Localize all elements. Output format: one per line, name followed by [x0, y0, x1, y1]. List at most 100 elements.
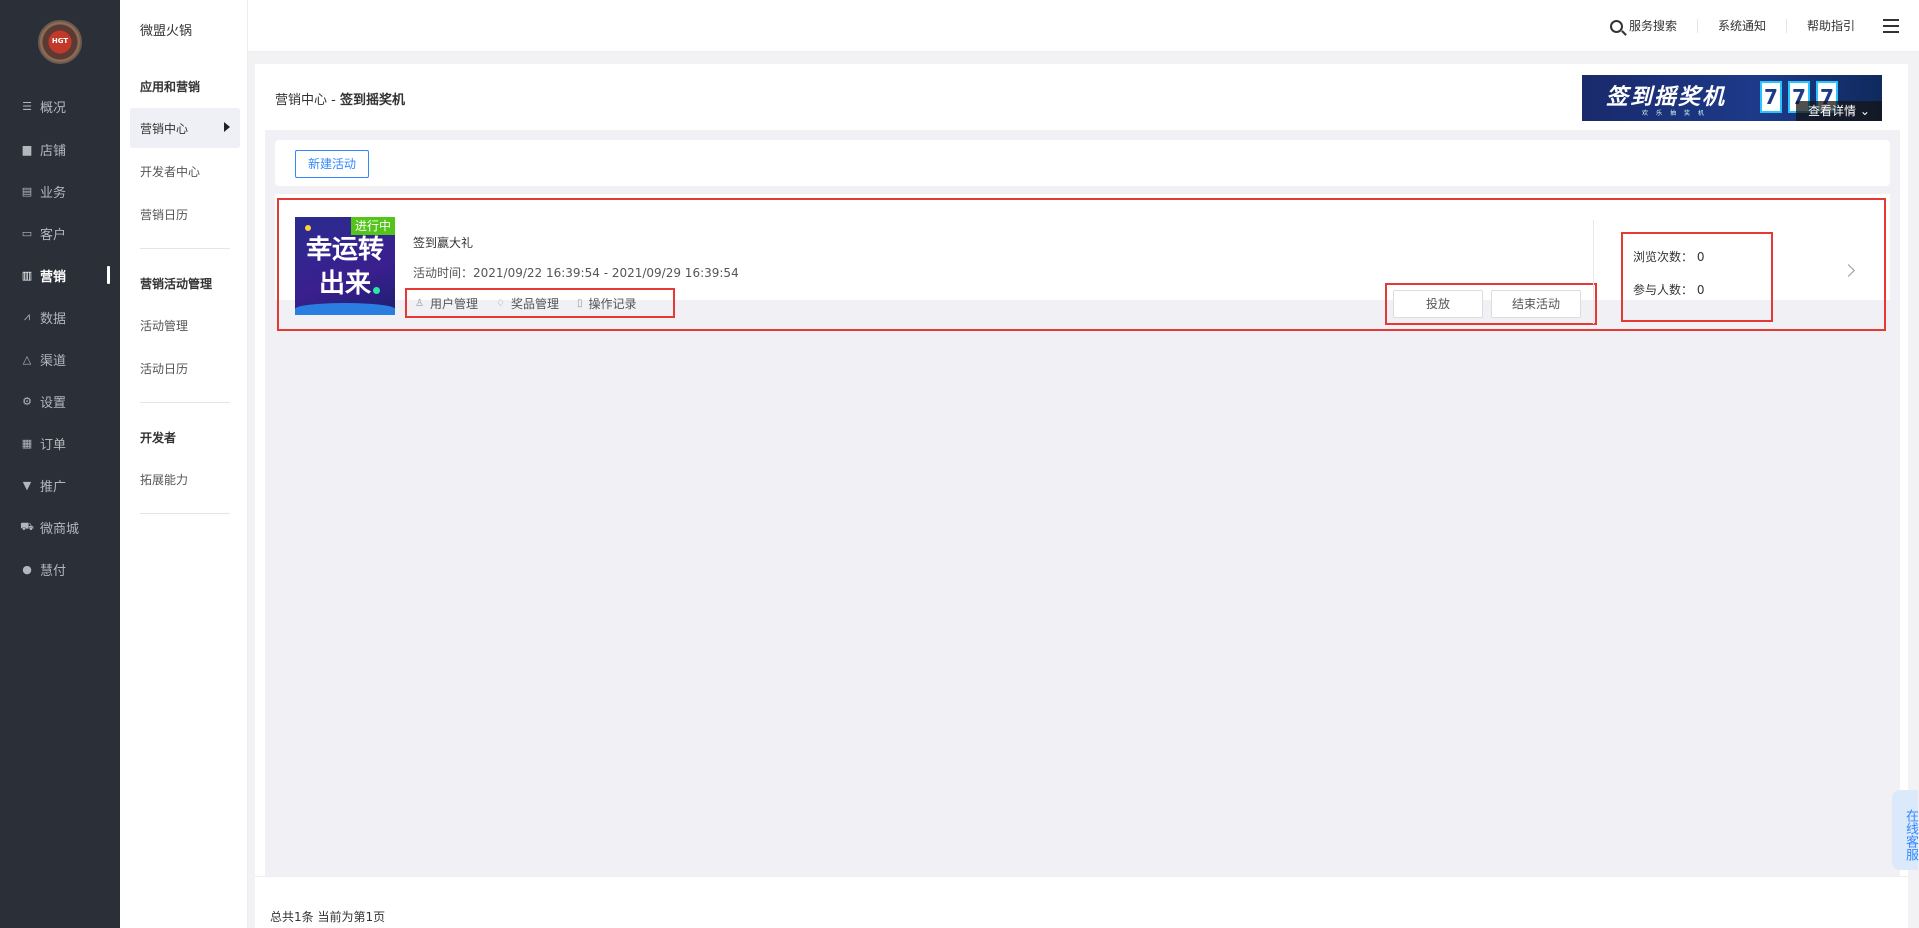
main-nav: HGT ☰ 概况 ▆ 店铺 ▤ 业务 ▭ 客户 ▥ 营销 ⩘ 数据 △ 渠道 ⚙ 设置 ▦ 订单 … — [0, 0, 120, 928]
nav-item-store[interactable]: ▆ 店铺 — [0, 134, 120, 164]
nav-item-promote[interactable]: ▼ 推广 — [0, 470, 120, 500]
main-panel: 营销中心 - 签到摇奖机 签到摇奖机 欢乐抽奖机 7 7 7 查看详情 ⌄ 新建… — [255, 64, 1908, 928]
participants-label: 参与人数： — [1633, 283, 1694, 297]
decor-wave — [295, 303, 395, 315]
menu-item-marketing-center[interactable]: 营销中心 — [130, 108, 240, 148]
menu-divider — [140, 513, 230, 514]
user-management-label: 用户管理 — [429, 296, 478, 311]
views-value: 0 — [1696, 250, 1705, 264]
brand-logo[interactable]: HGT — [38, 20, 82, 64]
new-activity-button[interactable]: 新建活动 — [295, 150, 370, 178]
online-service-tab[interactable]: 在线客服 — [1892, 790, 1918, 870]
hamburger-menu-icon[interactable] — [1883, 19, 1899, 33]
activity-actions: 投放 结束活动 — [1385, 283, 1597, 325]
breadcrumb: 营销中心 - 签到摇奖机 — [275, 89, 405, 108]
document-icon: ▯ — [576, 297, 583, 309]
menu-group-apps: 应用和营销 — [140, 80, 201, 94]
toolbar: 新建活动 — [275, 140, 1890, 186]
pagination-footer: 总共1条 当前为第1页 — [255, 876, 1908, 928]
nav-item-label: 数据 — [40, 311, 67, 327]
banner-slot: 7 — [1760, 81, 1782, 113]
marketing-icon: ▥ — [21, 268, 33, 282]
menu-group-developer: 开发者 — [140, 431, 177, 445]
nav-item-overview[interactable]: ☰ 概况 — [0, 91, 120, 121]
menu-item-label: 营销日历 — [140, 207, 189, 222]
launch-button[interactable]: 投放 — [1393, 290, 1483, 318]
service-search-link[interactable]: 服务搜索 — [1590, 19, 1697, 33]
menu-item-label: 活动日历 — [140, 361, 189, 376]
nav-item-data[interactable]: ⩘ 数据 — [0, 302, 120, 332]
menu-item-marketing-calendar[interactable]: 营销日历 — [130, 194, 240, 234]
menu-item-label: 活动管理 — [140, 318, 189, 333]
shop-name: 微盟火锅 — [140, 24, 193, 39]
card-divider — [1593, 220, 1594, 324]
logo-text: HGT — [51, 37, 69, 45]
banner-title: 签到摇奖机 — [1606, 85, 1727, 110]
menu-divider — [140, 402, 230, 403]
mall-icon: ⛟ — [20, 519, 34, 533]
promo-banner[interactable]: 签到摇奖机 欢乐抽奖机 7 7 7 查看详情 ⌄ — [1582, 75, 1882, 121]
nav-item-channel[interactable]: △ 渠道 — [0, 344, 120, 374]
help-guide-link[interactable]: 帮助指引 — [1785, 19, 1875, 33]
breadcrumb-parent[interactable]: 营销中心 - — [275, 93, 340, 108]
banner-view-details[interactable]: 查看详情 ⌄ — [1796, 101, 1882, 121]
activity-stats-box: 浏览次数： 0 参与人数： 0 — [1621, 232, 1773, 322]
nav-item-label: 客户 — [40, 227, 67, 243]
pagination-summary: 总共1条 当前为第1页 — [270, 910, 386, 924]
views-stat: 浏览次数： 0 — [1633, 248, 1704, 265]
menu-item-label: 开发者中心 — [140, 164, 201, 179]
pay-icon: ● — [22, 562, 32, 576]
business-icon: ▤ — [21, 184, 33, 198]
nav-item-label: 推广 — [40, 479, 67, 495]
decor-dot — [305, 225, 311, 231]
menu-item-developer-center[interactable]: 开发者中心 — [130, 151, 240, 191]
menu-item-activity-calendar[interactable]: 活动日历 — [130, 348, 240, 388]
banner-subtitle: 欢乐抽奖机 — [1642, 110, 1713, 117]
view-details-label: 查看详情 — [1808, 104, 1857, 118]
participants-value: 0 — [1696, 283, 1705, 297]
nav-item-business[interactable]: ▤ 业务 — [0, 176, 120, 206]
order-icon: ▦ — [21, 436, 33, 450]
user-icon: ♙ — [415, 297, 424, 309]
end-activity-button[interactable]: 结束活动 — [1491, 290, 1581, 318]
menu-group-activity: 营销活动管理 — [140, 277, 213, 291]
prize-management-link[interactable]: ♢ 奖品管理 — [496, 295, 559, 312]
nav-item-settings[interactable]: ⚙ 设置 — [0, 386, 120, 416]
nav-item-marketing[interactable]: ▥ 营销 — [0, 260, 120, 290]
search-icon — [1609, 19, 1623, 33]
activity-time: 活动时间：2021/09/22 16:39:54 - 2021/09/29 16… — [413, 266, 739, 280]
nav-item-order[interactable]: ▦ 订单 — [0, 428, 120, 458]
service-search-label: 服务搜索 — [1628, 19, 1677, 33]
top-bar: 服务搜索 系统通知 帮助指引 — [248, 0, 1919, 52]
nav-item-customer[interactable]: ▭ 客户 — [0, 218, 120, 248]
operation-log-label: 操作记录 — [588, 296, 637, 311]
data-icon: ⩘ — [23, 310, 31, 323]
nav-item-mall[interactable]: ⛟ 微商城 — [0, 512, 120, 542]
caret-right-icon — [224, 122, 230, 132]
nav-item-label: 设置 — [40, 395, 67, 411]
system-notice-link[interactable]: 系统通知 — [1696, 19, 1786, 33]
nav-item-label: 渠道 — [40, 353, 67, 369]
activity-thumbnail[interactable]: 幸运转出来 进行中 — [295, 217, 395, 315]
top-links: 服务搜索 系统通知 帮助指引 — [1590, 0, 1899, 52]
operation-log-link[interactable]: ▯ 操作记录 — [577, 295, 637, 312]
channel-icon: △ — [22, 352, 32, 366]
thumbnail-text: 幸运转出来 — [305, 235, 384, 299]
nav-item-label: 微商城 — [40, 521, 80, 537]
breadcrumb-current: 签到摇奖机 — [339, 93, 405, 108]
prize-management-label: 奖品管理 — [510, 296, 559, 311]
customer-icon: ▭ — [21, 226, 33, 240]
nav-item-label: 店铺 — [40, 143, 67, 159]
activity-links: ♙ 用户管理 ♢ 奖品管理 ▯ 操作记录 — [405, 288, 675, 318]
menu-item-activity-management[interactable]: 活动管理 — [130, 305, 240, 345]
nav-item-pay[interactable]: ● 慧付 — [0, 554, 120, 584]
user-management-link[interactable]: ♙ 用户管理 — [415, 295, 478, 312]
menu-item-label: 拓展能力 — [140, 472, 189, 487]
menu-item-extend[interactable]: 拓展能力 — [130, 459, 240, 499]
activity-title[interactable]: 签到赢大礼 — [413, 234, 473, 251]
status-badge: 进行中 — [350, 217, 395, 235]
menu-item-label: 营销中心 — [140, 121, 189, 136]
nav-item-label: 订单 — [40, 437, 67, 453]
settings-icon: ⚙ — [22, 394, 32, 408]
promote-icon: ▼ — [22, 478, 32, 492]
